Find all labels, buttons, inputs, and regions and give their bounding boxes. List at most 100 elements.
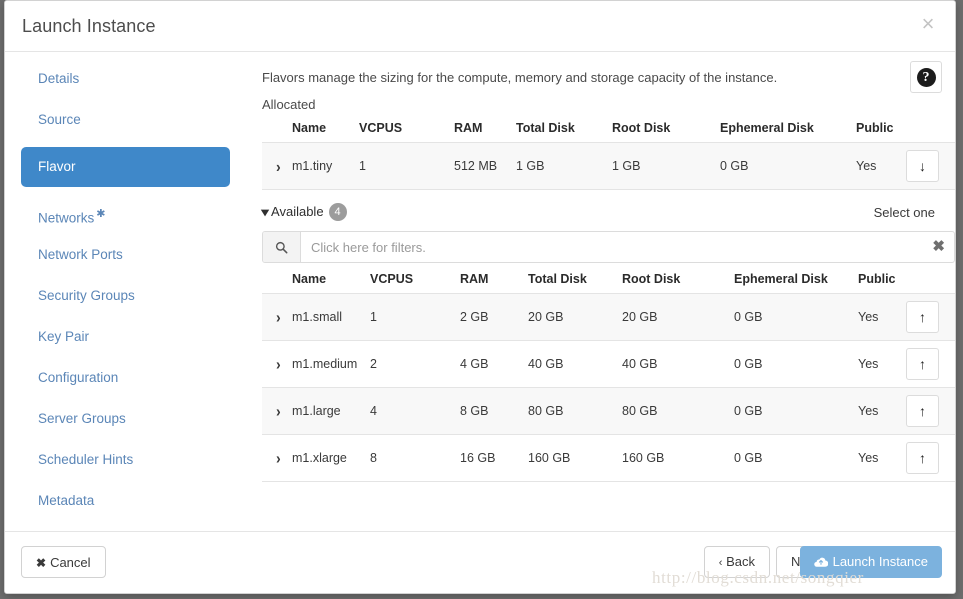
- cell-root-disk: 40 GB: [622, 340, 734, 388]
- launch-label: Launch Instance: [832, 554, 928, 569]
- select-one-hint: Select one: [873, 205, 935, 220]
- dialog-footer: ✖Cancel ‹ Back Next › Launch Instance: [5, 531, 955, 593]
- allocate-flavor-button[interactable]: ↑: [906, 348, 939, 380]
- sidebar-item-server-groups[interactable]: Server Groups: [21, 405, 230, 433]
- cell-public: Yes: [858, 434, 906, 482]
- cell-ram: 4 GB: [460, 340, 528, 388]
- sidebar-item-label: Scheduler Hints: [38, 452, 134, 467]
- col-root-disk: Root Disk: [622, 272, 681, 286]
- cell-name: m1.xlarge: [292, 434, 370, 482]
- cell-ram: 512 MB: [454, 142, 516, 190]
- chevron-right-icon[interactable]: ›: [262, 355, 281, 373]
- cell-name: m1.medium: [292, 340, 370, 388]
- table-row[interactable]: › m1.small 1 2 GB 20 GB 20 GB 0 GB Yes ↑: [262, 293, 955, 341]
- cell-vcpus: 8: [370, 434, 460, 482]
- launch-instance-button[interactable]: Launch Instance: [799, 546, 942, 578]
- chevron-right-icon[interactable]: ›: [262, 308, 281, 326]
- table-row[interactable]: › m1.large 4 8 GB 80 GB 80 GB 0 GB Yes ↑: [262, 387, 955, 435]
- cell-ram: 16 GB: [460, 434, 528, 482]
- sidebar-item-label: Details: [38, 71, 80, 86]
- sidebar-item-label: Metadata: [38, 493, 95, 508]
- table-row[interactable]: › m1.medium 2 4 GB 40 GB 40 GB 0 GB Yes …: [262, 340, 955, 388]
- allocate-flavor-button[interactable]: ↑: [906, 395, 939, 427]
- allocated-label: Allocated: [262, 97, 316, 112]
- step-description: Flavors manage the sizing for the comput…: [262, 70, 778, 85]
- col-ephemeral-disk: Ephemeral Disk: [720, 121, 814, 135]
- back-button[interactable]: ‹ Back: [703, 546, 770, 578]
- col-name: Name: [292, 121, 327, 135]
- sidebar-item-networks[interactable]: Networks ✱: [21, 200, 230, 228]
- table-row[interactable]: › m1.tiny 1 512 MB 1 GB 1 GB 0 GB Yes ↓: [262, 142, 955, 190]
- col-public: Public: [858, 272, 896, 286]
- sidebar-item-flavor[interactable]: Flavor: [21, 147, 230, 187]
- cell-action: ↑: [906, 387, 955, 435]
- dialog-header: Launch Instance ×: [5, 1, 955, 52]
- cell-ephemeral-disk: 0 GB: [734, 340, 858, 388]
- cell-action: ↑: [906, 434, 955, 482]
- sidebar-item-source[interactable]: Source: [21, 106, 230, 134]
- filter-input[interactable]: [301, 232, 954, 262]
- col-vcpus: VCPUS: [370, 272, 414, 286]
- col-name: Name: [292, 272, 327, 286]
- table-header-row: Name VCPUS RAM Total Disk Root Disk Ephe…: [262, 267, 955, 294]
- col-root-disk: Root Disk: [612, 121, 671, 135]
- flavor-step-content: ? Flavors manage the sizing for the comp…: [246, 52, 955, 531]
- allocated-flavors-table: Name VCPUS RAM Total Disk Root Disk Ephe…: [262, 116, 955, 190]
- cell-vcpus: 1: [359, 142, 454, 190]
- sidebar-item-security-groups[interactable]: Security Groups: [21, 282, 230, 310]
- allocate-flavor-button[interactable]: ↑: [906, 442, 939, 474]
- cell-total-disk: 1 GB: [516, 142, 612, 190]
- chevron-right-icon[interactable]: ›: [262, 402, 281, 420]
- question-mark-icon: ?: [916, 67, 936, 87]
- close-icon[interactable]: ×: [917, 13, 939, 35]
- sidebar-item-scheduler-hints[interactable]: Scheduler Hints: [21, 446, 230, 474]
- cell-total-disk: 40 GB: [528, 340, 622, 388]
- cell-vcpus: 1: [370, 293, 460, 341]
- sidebar-item-label: Security Groups: [38, 288, 135, 303]
- available-toggle[interactable]: ▾ Available 4: [261, 203, 347, 221]
- deallocate-flavor-button[interactable]: ↓: [906, 150, 939, 182]
- clear-filter-icon[interactable]: ✖: [932, 238, 945, 256]
- cell-total-disk: 160 GB: [528, 434, 622, 482]
- sidebar-item-label: Networks: [38, 210, 95, 226]
- sidebar-item-label: Network Ports: [38, 247, 123, 262]
- cancel-label: Cancel: [50, 554, 91, 570]
- col-expander: [262, 116, 292, 143]
- cell-ram: 8 GB: [460, 387, 528, 435]
- chevron-down-icon: ▾: [261, 205, 269, 219]
- cancel-button[interactable]: ✖ Cancel: [21, 546, 106, 578]
- sidebar-item-details[interactable]: Details: [21, 65, 230, 93]
- row-expander-cell: ›: [262, 434, 292, 482]
- available-count-badge: 4: [328, 203, 347, 221]
- cell-root-disk: 80 GB: [622, 387, 734, 435]
- table-row[interactable]: › m1.xlarge 8 16 GB 160 GB 160 GB 0 GB Y…: [262, 434, 955, 482]
- allocate-flavor-button[interactable]: ↑: [906, 301, 939, 333]
- cell-action: ↑: [906, 340, 955, 388]
- row-expander-cell: ›: [262, 387, 292, 435]
- sidebar-item-key-pair[interactable]: Key Pair: [21, 323, 230, 351]
- cell-vcpus: 4: [370, 387, 460, 435]
- chevron-right-icon[interactable]: ›: [262, 157, 281, 175]
- cell-public: Yes: [856, 142, 906, 190]
- sidebar-item-network-ports[interactable]: Network Ports: [21, 241, 230, 269]
- row-expander-cell: ›: [262, 142, 292, 190]
- cell-ephemeral-disk: 0 GB: [720, 142, 856, 190]
- cell-root-disk: 20 GB: [622, 293, 734, 341]
- col-action: [906, 267, 955, 294]
- cell-public: Yes: [858, 340, 906, 388]
- row-expander-cell: ›: [262, 293, 292, 341]
- col-action: [906, 116, 955, 143]
- col-total-disk: Total Disk: [528, 272, 587, 286]
- help-button[interactable]: ?: [910, 61, 942, 93]
- cell-ephemeral-disk: 0 GB: [734, 387, 858, 435]
- sidebar-item-metadata[interactable]: Metadata: [21, 487, 230, 515]
- sidebar-item-configuration[interactable]: Configuration: [21, 364, 230, 392]
- chevron-right-icon[interactable]: ›: [262, 449, 281, 467]
- sidebar-item-label: Flavor: [38, 159, 76, 174]
